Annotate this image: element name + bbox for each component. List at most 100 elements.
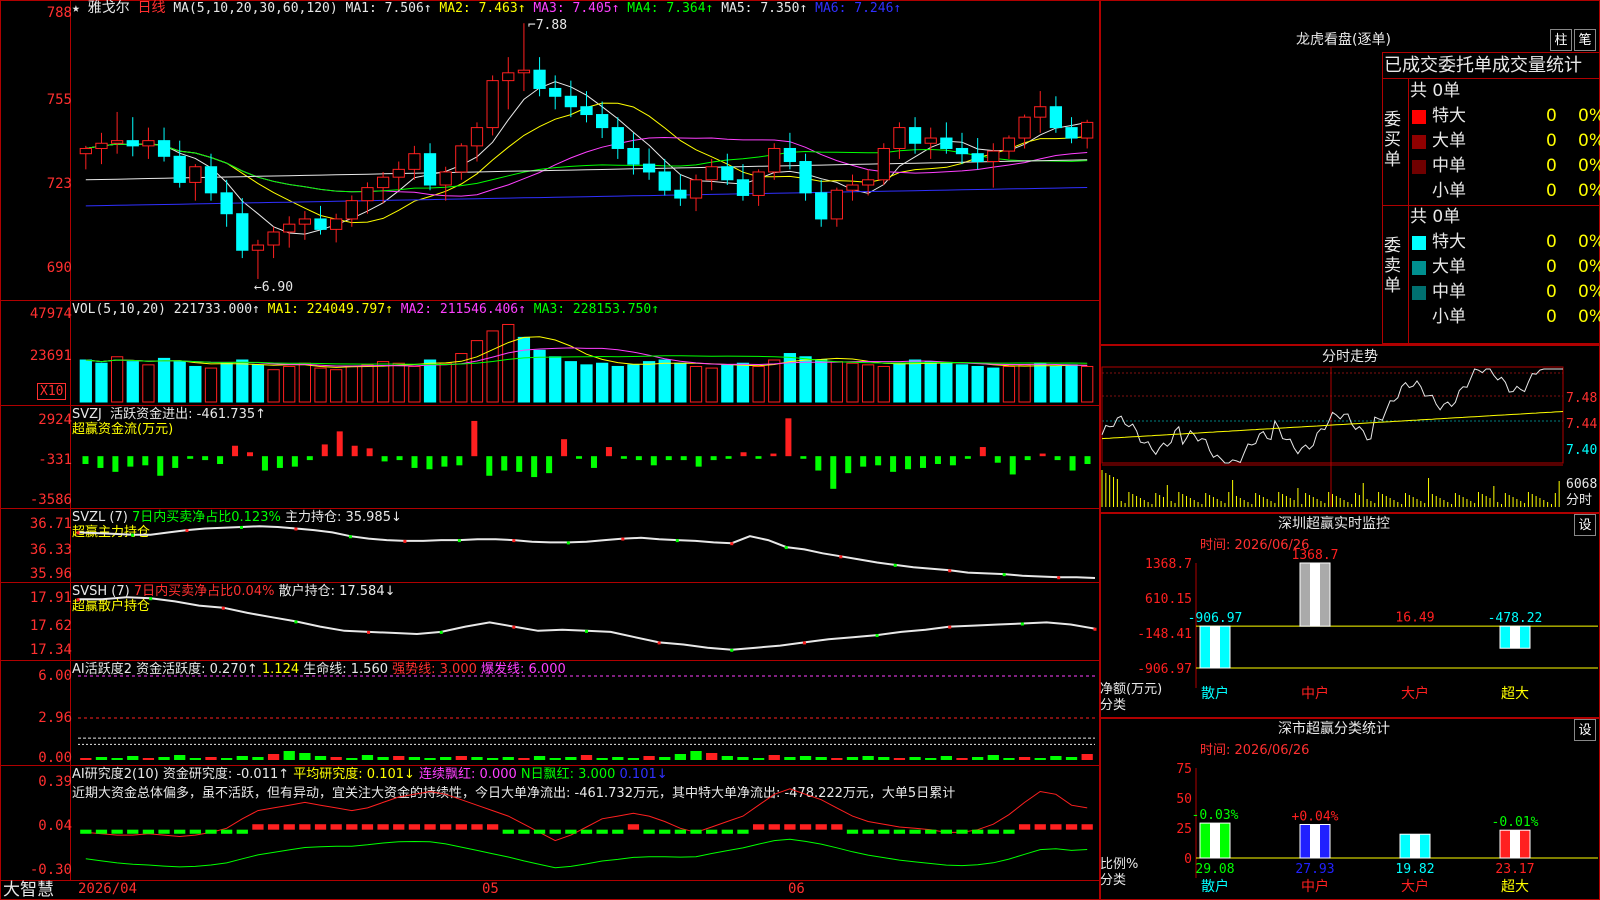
activity-bar bbox=[643, 756, 655, 760]
research-bar bbox=[205, 829, 217, 834]
monitor-category: 超大 bbox=[1501, 686, 1529, 702]
research-bar bbox=[1065, 824, 1078, 830]
activity-bar bbox=[502, 757, 514, 760]
flow-bar bbox=[1024, 456, 1031, 461]
bar-mode-button[interactable]: 柱 bbox=[1550, 29, 1572, 51]
research-bar bbox=[424, 824, 436, 830]
flow-bar bbox=[590, 456, 597, 468]
research-bar bbox=[612, 829, 624, 834]
candle-body bbox=[361, 187, 374, 202]
flow-bar bbox=[964, 456, 971, 459]
candle-body bbox=[924, 137, 937, 144]
activity-bar bbox=[612, 757, 624, 760]
candle-body bbox=[408, 153, 421, 170]
activity-bar bbox=[80, 758, 92, 760]
activity-bar bbox=[486, 758, 499, 760]
retail-line-dot bbox=[512, 625, 516, 629]
volume-bar bbox=[142, 364, 155, 403]
candle-body bbox=[689, 179, 703, 199]
candle-body bbox=[1049, 106, 1063, 129]
right-charts-canvas[interactable]: 1368.7610.15-148.41-906.97-906.97散户1368.… bbox=[1100, 345, 1600, 900]
volume-bar bbox=[752, 365, 765, 403]
activity-bar bbox=[972, 757, 984, 760]
activity-bar bbox=[784, 757, 796, 760]
legend-swatch bbox=[1412, 160, 1426, 174]
volume-bar bbox=[1049, 365, 1063, 403]
candle-body bbox=[517, 69, 531, 74]
flow-bar bbox=[1084, 456, 1091, 465]
activity-bar bbox=[346, 758, 358, 760]
candle-body bbox=[392, 168, 405, 178]
flow-bar bbox=[336, 431, 343, 457]
activity-bar bbox=[158, 757, 170, 760]
volume-bar bbox=[1018, 364, 1031, 403]
research-bar bbox=[721, 829, 733, 834]
candle-body bbox=[642, 163, 656, 173]
candle-body bbox=[627, 147, 640, 165]
volume-bar bbox=[580, 364, 593, 403]
volume-bar bbox=[423, 359, 437, 403]
flow-bar bbox=[620, 456, 627, 459]
legend-swatch bbox=[1412, 110, 1426, 124]
flow-bar bbox=[1054, 456, 1061, 461]
flow-bar bbox=[351, 445, 358, 457]
volume-bar bbox=[392, 362, 405, 403]
class-tick: 0 bbox=[1184, 852, 1192, 867]
candle-body bbox=[79, 147, 92, 155]
flow-bar bbox=[366, 448, 373, 457]
class-tick: 75 bbox=[1176, 762, 1192, 777]
activity-bar bbox=[142, 758, 155, 760]
volume-bar bbox=[439, 362, 452, 403]
candle-body bbox=[345, 200, 358, 220]
activity-bar bbox=[1065, 757, 1078, 760]
candle-body bbox=[110, 140, 124, 144]
candle-body bbox=[768, 147, 781, 173]
candle-body bbox=[1081, 121, 1094, 139]
retail-line-dot bbox=[294, 620, 298, 624]
holding-line-dot bbox=[294, 527, 298, 531]
activity-bar bbox=[925, 758, 937, 760]
volume-bar bbox=[110, 356, 124, 403]
research-bar bbox=[236, 829, 248, 834]
volume-bar bbox=[220, 362, 233, 403]
activity-bar bbox=[205, 757, 217, 760]
flow-bar bbox=[501, 456, 508, 471]
holding-line-dot bbox=[948, 569, 952, 573]
chart-canvas[interactable]: ⌐7.88 ←6.90 bbox=[0, 0, 1100, 900]
retail-line-dot bbox=[439, 630, 443, 634]
candle-body bbox=[611, 127, 624, 149]
holding-line-dot bbox=[566, 541, 570, 545]
volume-bar bbox=[721, 364, 734, 403]
activity-bar bbox=[659, 757, 671, 760]
candle-body bbox=[486, 80, 499, 129]
buy-total: 共 0单 bbox=[1410, 81, 1461, 101]
research-bar bbox=[862, 829, 874, 834]
row-qty: 0 bbox=[1546, 131, 1557, 151]
candle-body bbox=[987, 150, 1000, 163]
activity-bar bbox=[815, 757, 827, 760]
flow-bar bbox=[82, 456, 89, 465]
volume-bar bbox=[502, 323, 515, 403]
monitor-tick: 610.15 bbox=[1145, 592, 1192, 607]
row-pct: 0% bbox=[1578, 232, 1600, 252]
volume-bar bbox=[564, 361, 577, 403]
tick-mode-button[interactable]: 笔 bbox=[1574, 29, 1596, 51]
monitor-tick: 1368.7 bbox=[1145, 557, 1192, 572]
research-bar bbox=[909, 829, 921, 834]
activity-bar bbox=[518, 758, 530, 760]
class-category: 中户 bbox=[1301, 878, 1329, 895]
volume-bar bbox=[549, 356, 562, 403]
flow-bar bbox=[396, 456, 403, 461]
ma-line-6 bbox=[85, 187, 1088, 207]
class-value: 19.82 bbox=[1395, 862, 1434, 877]
candle-body bbox=[799, 161, 812, 194]
research-bar bbox=[627, 824, 640, 830]
holding-line-dot bbox=[893, 563, 897, 567]
stat-title: 已成交委托单成交量统计 bbox=[1384, 55, 1582, 76]
flow-bar bbox=[306, 456, 313, 461]
flow-bar bbox=[561, 439, 568, 457]
avg-research-line bbox=[85, 838, 1088, 869]
candle-body bbox=[674, 189, 687, 199]
flow-bar bbox=[920, 456, 927, 468]
research-bar bbox=[361, 824, 374, 830]
